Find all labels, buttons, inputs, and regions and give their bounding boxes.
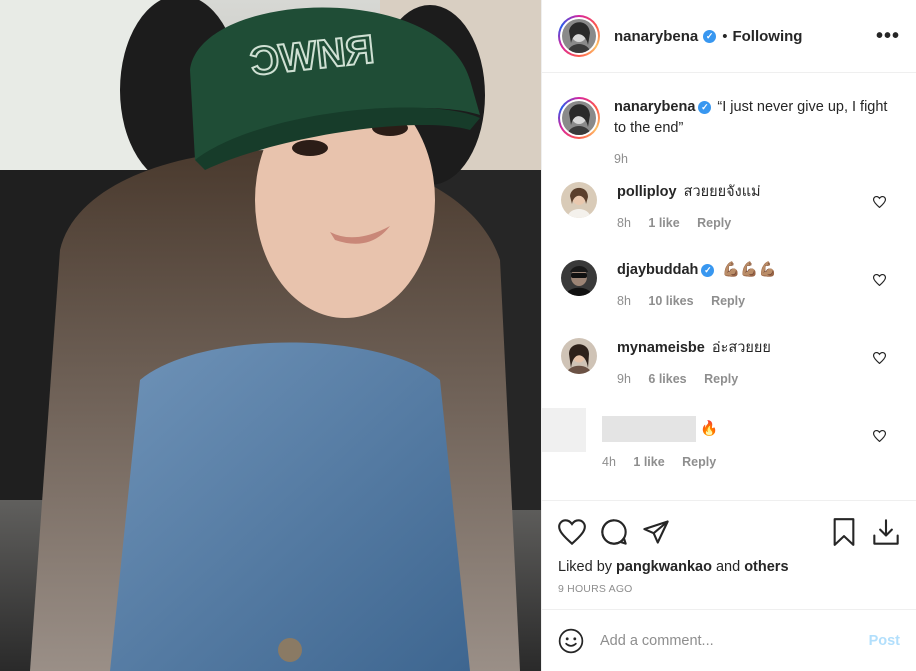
commenter-avatar[interactable] <box>561 338 597 374</box>
verified-icon: ✓ <box>701 263 715 277</box>
heart-icon[interactable] <box>872 351 887 367</box>
caption: nanarybena ✓ “I just never give up, I figh… <box>558 97 900 170</box>
avatar-image <box>561 338 597 374</box>
post-side-panel: nanarybena ✓ • Following ••• nanarybena … <box>541 0 916 671</box>
commenter-avatar[interactable] <box>561 260 597 296</box>
comments-list[interactable]: nanarybena ✓ “I just never give up, I figh… <box>542 73 916 500</box>
avatar-image <box>562 101 596 135</box>
comment-likes[interactable]: 6 likes <box>648 372 686 386</box>
verified-icon: ✓ <box>703 29 717 43</box>
blurred-avatar <box>542 408 586 452</box>
liked-by: Liked by pangkwankao and others <box>558 559 900 575</box>
blurred-username <box>602 416 696 442</box>
comment-text: อ่ะสวยยย <box>711 340 771 356</box>
download-icon[interactable] <box>872 518 900 546</box>
emoji-icon[interactable] <box>558 628 584 654</box>
caption-username[interactable]: nanarybena <box>614 99 695 115</box>
comment-text: 🔥 <box>700 420 719 437</box>
reply-button[interactable]: Reply <box>704 372 738 386</box>
following-button[interactable]: Following <box>732 28 802 45</box>
bookmark-icon[interactable] <box>832 518 856 546</box>
separator-dot: • <box>722 27 728 45</box>
commenter-avatar[interactable] <box>561 182 597 218</box>
more-options-icon[interactable]: ••• <box>876 25 900 48</box>
comment-item: polliploy สวยยยจังแม่ 8h 1 like Reply <box>558 182 900 241</box>
verified-icon: ✓ <box>698 100 712 114</box>
comment-username[interactable]: polliploy <box>617 184 677 200</box>
post-header: nanarybena ✓ • Following ••• <box>542 0 916 73</box>
reply-button[interactable]: Reply <box>682 455 716 469</box>
comment-time[interactable]: 9h <box>617 372 631 386</box>
comment-item: mynameisbe อ่ะสวยยย 9h 6 likes Reply <box>558 338 900 397</box>
liked-by-prefix: Liked by <box>558 559 613 575</box>
author-avatar[interactable] <box>558 15 600 57</box>
post-timestamp[interactable]: 9 HOURS AGO <box>558 583 900 609</box>
comment-username[interactable]: djaybuddah <box>617 262 698 278</box>
comment-item: 🔥 4h 1 like Reply <box>542 408 900 475</box>
liked-by-others[interactable]: others <box>744 559 788 575</box>
heart-icon[interactable] <box>872 273 887 289</box>
liked-by-user[interactable]: pangkwankao <box>616 559 712 575</box>
caption-avatar[interactable] <box>558 97 600 139</box>
post-photo[interactable]: ƆWNЯ <box>0 0 541 671</box>
comment-text: สวยยยจังแม่ <box>683 184 761 200</box>
heart-icon[interactable] <box>872 429 887 445</box>
comment-likes[interactable]: 10 likes <box>648 294 693 308</box>
post-actions: Liked by pangkwankao and others 9 HOURS … <box>542 500 916 609</box>
reply-button[interactable]: Reply <box>711 294 745 308</box>
comment-time[interactable]: 8h <box>617 294 631 308</box>
author-username[interactable]: nanarybena <box>614 28 698 45</box>
instagram-post: ƆWNЯ nanarybena ✓ • Following ••• nanary… <box>0 0 916 671</box>
comment-username[interactable]: mynameisbe <box>617 340 705 356</box>
comment-time[interactable]: 8h <box>617 216 631 230</box>
comment-item: djaybuddah ✓ 💪🏽💪🏽💪🏽 8h 10 likes Reply <box>558 260 900 319</box>
share-icon[interactable] <box>642 519 670 545</box>
avatar-image <box>561 260 597 296</box>
heart-icon[interactable] <box>872 195 887 211</box>
comment-likes[interactable]: 1 like <box>633 455 664 469</box>
comment-likes[interactable]: 1 like <box>648 216 679 230</box>
post-comment-button[interactable]: Post <box>869 633 900 649</box>
liked-by-and: and <box>715 559 741 575</box>
comment-time[interactable]: 4h <box>602 455 616 469</box>
comment-input[interactable] <box>600 632 869 649</box>
reply-button[interactable]: Reply <box>697 216 731 230</box>
comment-composer: Post <box>542 609 916 671</box>
selfie-image: ƆWNЯ <box>0 0 541 671</box>
avatar-image <box>562 19 596 53</box>
comment-icon[interactable] <box>600 518 628 546</box>
comment-text: 💪🏽💪🏽💪🏽 <box>722 262 777 278</box>
caption-time[interactable]: 9h <box>614 152 628 166</box>
avatar-image <box>561 182 597 218</box>
like-heart-icon[interactable] <box>558 519 586 545</box>
